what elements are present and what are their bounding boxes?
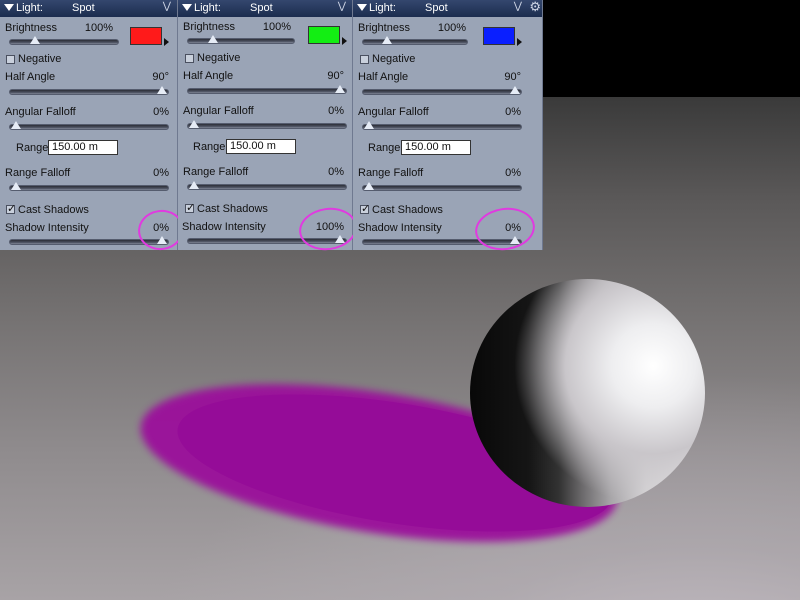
angular-falloff-label: Angular Falloff (183, 105, 254, 117)
negative-label: Negative (197, 52, 241, 64)
half-angle-slider[interactable] (187, 85, 347, 94)
sphere-object (470, 279, 705, 507)
brightness-value: 100% (262, 21, 291, 33)
angular-falloff-value: 0% (153, 106, 169, 118)
range-input[interactable]: 150.00 m (401, 140, 471, 155)
range-label: Range (193, 141, 226, 153)
range-falloff-slider[interactable] (187, 181, 347, 190)
triangle-down-icon[interactable] (182, 4, 192, 11)
slider-thumb[interactable] (335, 85, 345, 93)
panel-title-label: Light: (16, 2, 43, 14)
swatch-arrow-icon[interactable] (164, 38, 169, 46)
slider-thumb[interactable] (11, 121, 21, 129)
slider-thumb[interactable] (364, 182, 374, 190)
light-panel-green: Light: Spot ⋁ Brightness 100% Negative H… (178, 0, 360, 254)
slider-thumb[interactable] (11, 182, 21, 190)
range-label: Range (16, 142, 49, 154)
range-input[interactable]: 150.00 m (226, 139, 296, 154)
light-color-swatch[interactable] (130, 27, 162, 45)
half-angle-value: 90° (152, 71, 169, 83)
range-input[interactable]: 150.00 m (48, 140, 118, 155)
angular-falloff-slider[interactable] (362, 121, 522, 130)
angular-falloff-slider[interactable] (187, 120, 347, 129)
panel-titlebar: Light: Spot ⋁ ⚙ (353, 0, 542, 17)
cast-shadows-checkbox[interactable] (360, 202, 370, 215)
negative-label: Negative (372, 53, 416, 65)
chevron-down-icon[interactable]: ⋁ (514, 1, 522, 12)
slider-thumb[interactable] (382, 36, 393, 44)
light-type-select[interactable]: Spot (250, 2, 273, 14)
half-angle-label: Half Angle (183, 70, 234, 82)
negative-label: Negative (18, 53, 62, 65)
range-falloff-label: Range Falloff (5, 167, 71, 179)
light-type-select[interactable]: Spot (72, 2, 95, 14)
cast-shadows-label: Cast Shadows (372, 204, 443, 216)
brightness-value: 100% (84, 22, 113, 34)
angular-falloff-label: Angular Falloff (358, 106, 429, 118)
range-falloff-label: Range Falloff (183, 166, 249, 178)
slider-thumb[interactable] (189, 120, 199, 128)
triangle-down-icon[interactable] (4, 4, 14, 11)
shadow-intensity-label: Shadow Intensity (5, 222, 89, 234)
cast-shadows-checkbox[interactable] (6, 202, 16, 215)
light-panel-blue: Light: Spot ⋁ ⚙ Brightness 100% Negative… (353, 0, 543, 254)
half-angle-label: Half Angle (358, 71, 409, 83)
range-label: Range (368, 142, 401, 154)
range-falloff-label: Range Falloff (358, 167, 424, 179)
brightness-label: Brightness (183, 21, 235, 33)
angular-falloff-label: Angular Falloff (5, 106, 76, 118)
negative-checkbox[interactable] (6, 55, 15, 64)
range-falloff-value: 0% (505, 167, 521, 179)
light-color-swatch[interactable] (483, 27, 515, 45)
panel-titlebar: Light: Spot ⋁ (178, 0, 352, 17)
half-angle-slider[interactable] (9, 86, 169, 95)
range-falloff-value: 0% (153, 167, 169, 179)
negative-checkbox[interactable] (185, 54, 194, 63)
chevron-down-icon[interactable]: ⋁ (163, 1, 171, 12)
range-falloff-slider[interactable] (362, 182, 522, 191)
light-panel-red: Light: Spot ⋁ Brightness 100% Negative H… (0, 0, 187, 254)
brightness-value: 100% (437, 22, 466, 34)
brightness-slider[interactable] (362, 36, 468, 45)
chevron-down-icon[interactable]: ⋁ (338, 1, 346, 12)
half-angle-label: Half Angle (5, 71, 56, 83)
brightness-label: Brightness (5, 22, 57, 34)
negative-checkbox[interactable] (360, 55, 369, 64)
cast-shadows-checkbox[interactable] (185, 201, 195, 214)
slider-thumb[interactable] (207, 35, 218, 43)
brightness-slider[interactable] (9, 36, 119, 45)
cast-shadows-label: Cast Shadows (197, 203, 268, 215)
slider-thumb[interactable] (364, 121, 374, 129)
brightness-label: Brightness (358, 22, 410, 34)
brightness-slider[interactable] (187, 35, 295, 44)
range-falloff-slider[interactable] (9, 182, 169, 191)
angular-falloff-value: 0% (328, 105, 344, 117)
slider-thumb[interactable] (510, 86, 520, 94)
slider-thumb[interactable] (189, 181, 199, 189)
half-angle-value: 90° (504, 71, 521, 83)
slider-thumb[interactable] (157, 86, 167, 94)
annotation-circle (296, 204, 360, 254)
slider-thumb[interactable] (30, 36, 41, 44)
shadow-intensity-label: Shadow Intensity (358, 222, 442, 234)
shadow-intensity-label: Shadow Intensity (182, 221, 266, 233)
half-angle-slider[interactable] (362, 86, 522, 95)
light-type-select[interactable]: Spot (425, 2, 448, 14)
annotation-circle (472, 204, 538, 254)
half-angle-value: 90° (327, 70, 344, 82)
panel-title-label: Light: (194, 2, 221, 14)
angular-falloff-slider[interactable] (9, 121, 169, 130)
triangle-down-icon[interactable] (357, 4, 367, 11)
swatch-arrow-icon[interactable] (342, 37, 347, 45)
range-falloff-value: 0% (328, 166, 344, 178)
swatch-arrow-icon[interactable] (517, 38, 522, 46)
panel-titlebar: Light: Spot ⋁ (0, 0, 177, 17)
cast-shadows-label: Cast Shadows (18, 204, 89, 216)
light-color-swatch[interactable] (308, 26, 340, 44)
gear-icon[interactable]: ⚙ (529, 0, 541, 15)
angular-falloff-value: 0% (505, 106, 521, 118)
panel-title-label: Light: (369, 2, 396, 14)
